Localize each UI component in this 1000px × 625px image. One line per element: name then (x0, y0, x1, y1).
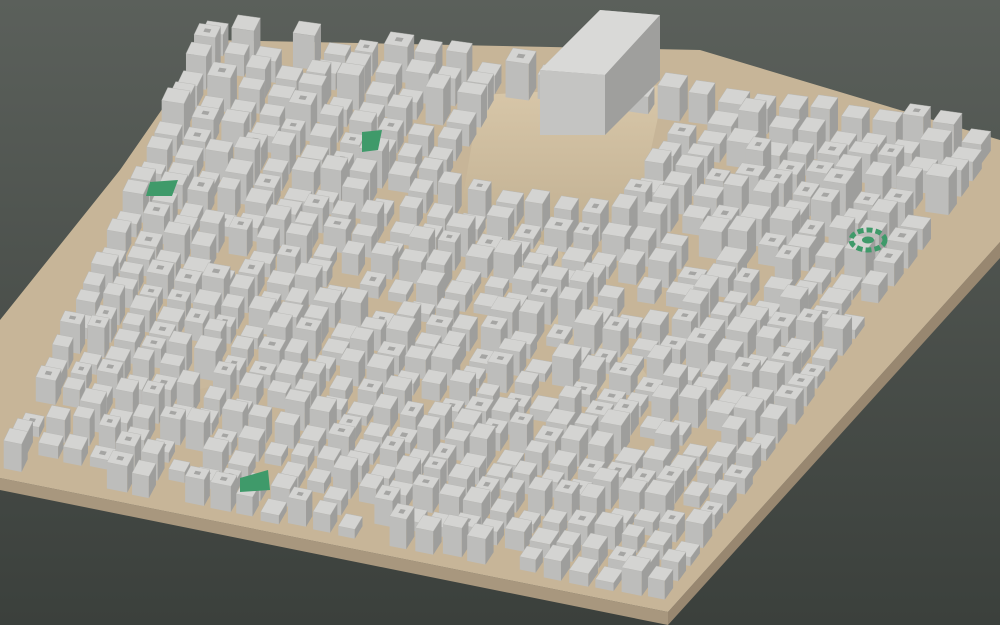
building-block[interactable] (87, 314, 110, 358)
building-face-south (543, 558, 561, 581)
building-block[interactable] (38, 431, 64, 460)
building-block[interactable] (184, 465, 211, 506)
building-face-south (698, 228, 722, 261)
building-block[interactable] (210, 471, 238, 513)
building-face-south (861, 283, 879, 304)
building-face-south (552, 355, 573, 389)
building-face-south (236, 493, 253, 517)
building-block[interactable] (924, 162, 958, 216)
roundabout-center (862, 236, 874, 244)
building-face-south (185, 419, 204, 452)
building-face-south (3, 440, 22, 472)
building-block[interactable] (3, 427, 29, 472)
building-face-south (657, 85, 680, 122)
building-block[interactable] (35, 365, 62, 406)
building-face-south (341, 252, 359, 276)
map-viewport[interactable] (0, 0, 1000, 625)
building-block[interactable] (106, 449, 134, 493)
building-face-south (389, 516, 407, 550)
building-face-south (618, 262, 637, 286)
building-face-south (106, 462, 128, 493)
building-face-south (425, 86, 444, 126)
building-face-south (62, 387, 80, 409)
building-face-south (210, 482, 231, 513)
building-face-south (228, 227, 247, 257)
building-block[interactable] (425, 73, 452, 126)
building-face-south (505, 60, 529, 101)
building-face-south (185, 476, 205, 506)
building-face-south (509, 421, 527, 454)
building-face-south (925, 174, 949, 216)
building-face-south (287, 497, 307, 527)
building-block[interactable] (505, 47, 537, 101)
building-face-south (504, 528, 525, 552)
building-block[interactable] (287, 486, 313, 527)
building-block[interactable] (527, 476, 553, 517)
building-face-south (421, 381, 440, 402)
building-face-south (313, 511, 331, 533)
building-face-south (415, 527, 434, 555)
building-block[interactable] (412, 473, 440, 514)
building-face-south (688, 92, 708, 125)
building-face-south (442, 524, 462, 558)
building-face-south (647, 577, 665, 600)
building-block[interactable] (442, 514, 469, 558)
building-face-south (621, 567, 642, 596)
building-face-south (467, 535, 486, 565)
building-block[interactable] (228, 215, 253, 257)
building-face-south (35, 377, 56, 406)
building-block[interactable] (657, 72, 689, 122)
city-model[interactable] (0, 0, 1000, 625)
building-face-south (132, 473, 149, 499)
